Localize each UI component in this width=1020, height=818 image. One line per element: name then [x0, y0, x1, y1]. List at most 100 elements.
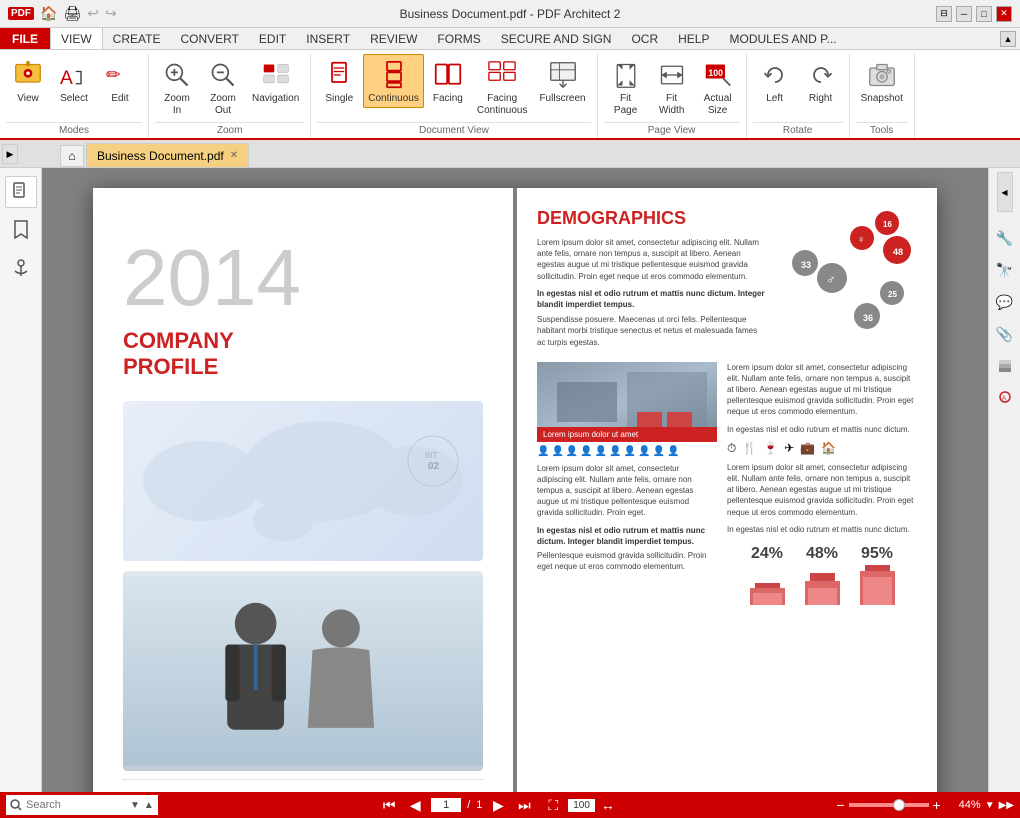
- right-tool-binoculars[interactable]: 🔭: [991, 256, 1019, 284]
- search-up-btn[interactable]: ▲: [144, 800, 154, 811]
- prev-page-btn[interactable]: ◀: [405, 795, 425, 815]
- pdf-spread: 2014 COMPANY PROFILE: [93, 188, 937, 792]
- right-panel: ◀ 🔧 🔭 💬 📎 A: [988, 168, 1020, 792]
- tab-bar: ▶ ⌂ Business Document.pdf ✕: [0, 140, 1020, 168]
- hotel-body-text2: Pellentesque euismod gravida sollicitudi…: [537, 550, 717, 572]
- svg-text:33: 33: [801, 260, 811, 270]
- toolbar-redo-icon[interactable]: ↪: [105, 5, 117, 22]
- search-down-btn[interactable]: ▼: [130, 800, 140, 811]
- world-map-area: BIT 02: [123, 401, 483, 771]
- right-tool-comment[interactable]: 💬: [991, 288, 1019, 316]
- menu-create[interactable]: CREATE: [103, 28, 171, 49]
- single-icon: [323, 59, 355, 91]
- zoom-slider[interactable]: [849, 803, 929, 807]
- menu-view[interactable]: VIEW: [50, 28, 103, 49]
- fit-page-btn[interactable]: FitPage: [604, 54, 648, 120]
- menu-help[interactable]: HELP: [668, 28, 719, 49]
- snapshot-label: Snapshot: [861, 93, 903, 105]
- sidebar-anchor-btn[interactable]: [5, 252, 37, 284]
- select-btn[interactable]: A Select: [52, 54, 96, 108]
- menu-insert[interactable]: INSERT: [296, 28, 360, 49]
- facing-btn[interactable]: Facing: [426, 54, 470, 108]
- hotel-caption: Lorem ipsum dolor ut amet: [537, 427, 717, 442]
- restore-btn[interactable]: ⊟: [936, 6, 952, 22]
- rotate-right-icon: [805, 59, 837, 91]
- rotate-left-btn[interactable]: Left: [753, 54, 797, 108]
- menu-modules[interactable]: MODULES AND P...: [719, 28, 846, 49]
- zoom-out-status-btn[interactable]: −: [836, 797, 844, 813]
- menu-file[interactable]: FILE: [0, 28, 50, 49]
- tab-expand-btn[interactable]: ▶: [2, 144, 18, 164]
- maximize-btn[interactable]: □: [976, 6, 992, 22]
- menu-edit[interactable]: EDIT: [249, 28, 296, 49]
- ribbon-collapse-btn[interactable]: ▲: [1000, 31, 1016, 47]
- svg-text:A: A: [1002, 396, 1006, 402]
- fit-width-status-btn[interactable]: ↔: [601, 797, 615, 813]
- divider: [123, 779, 483, 780]
- menu-ocr[interactable]: OCR: [621, 28, 668, 49]
- sidebar-pages-btn[interactable]: [5, 176, 37, 208]
- right-text-col: Lorem ipsum dolor sit amet, consectetur …: [727, 362, 917, 611]
- right-tool-layers[interactable]: [991, 352, 1019, 380]
- search-input[interactable]: [26, 799, 126, 811]
- right-tool-clip[interactable]: 📎: [991, 320, 1019, 348]
- demographics-chart: ♀ ♂ 16 48 33 25: [777, 208, 917, 338]
- status-expand-btn[interactable]: ▶▶: [999, 800, 1014, 811]
- snapshot-icon: [866, 59, 898, 91]
- next-page-btn[interactable]: ▶: [488, 795, 508, 815]
- svg-text:♂: ♂: [826, 272, 836, 287]
- actual-size-btn[interactable]: 100 ActualSize: [696, 54, 740, 120]
- snapshot-btn[interactable]: Snapshot: [856, 54, 908, 108]
- zoom-in-icon: [161, 59, 193, 91]
- right-panel-toggle-btn[interactable]: ◀: [997, 172, 1013, 212]
- toolbar-home-icon[interactable]: 🏠: [40, 5, 57, 22]
- pdf-page-left: 2014 COMPANY PROFILE: [93, 188, 513, 792]
- menu-review[interactable]: REVIEW: [360, 28, 427, 49]
- last-page-btn[interactable]: ⏭: [514, 795, 534, 815]
- tab-close-btn[interactable]: ✕: [230, 150, 238, 161]
- home-tab-btn[interactable]: ⌂: [60, 145, 84, 167]
- zoom-out-label: ZoomOut: [210, 93, 236, 117]
- menu-convert[interactable]: CONVERT: [170, 28, 248, 49]
- search-box: ▼ ▲: [6, 795, 158, 815]
- facing-continuous-btn[interactable]: FacingContinuous: [472, 54, 533, 120]
- zoom-thumb: [893, 799, 905, 811]
- rotate-group-label: Rotate: [753, 122, 843, 138]
- menu-secure[interactable]: SECURE AND SIGN: [491, 28, 622, 49]
- minimize-btn[interactable]: ─: [956, 6, 972, 22]
- edit-btn[interactable]: ✏ Edit: [98, 54, 142, 108]
- continuous-btn[interactable]: Continuous: [363, 54, 424, 108]
- view-btn[interactable]: View: [6, 54, 50, 108]
- rotate-right-btn[interactable]: Right: [799, 54, 843, 108]
- document-tab[interactable]: Business Document.pdf ✕: [86, 143, 249, 167]
- map-bg: BIT 02: [123, 401, 483, 561]
- fit-icon-status[interactable]: ⛶: [548, 797, 558, 814]
- toolbar-print-icon[interactable]: 🖨: [63, 5, 81, 22]
- sidebar-bookmarks-btn[interactable]: [5, 214, 37, 246]
- close-btn[interactable]: ✕: [996, 6, 1012, 22]
- zoom-out-icon: [207, 59, 239, 91]
- zoom-in-btn[interactable]: ZoomIn: [155, 54, 199, 120]
- zoom-dropdown-btn[interactable]: ▼: [985, 800, 995, 811]
- fit-width-btn[interactable]: FitWidth: [650, 54, 694, 120]
- single-btn[interactable]: Single: [317, 54, 361, 108]
- pageview-buttons: FitPage FitWidth 100 ActualSize: [604, 54, 740, 122]
- ribbon-group-docview: Single Continuous Facing FacingContinuou…: [311, 54, 597, 138]
- doc-area[interactable]: 2014 COMPANY PROFILE: [42, 168, 988, 792]
- first-page-btn[interactable]: ⏮: [379, 795, 399, 815]
- zoom-out-btn[interactable]: ZoomOut: [201, 54, 245, 120]
- right-tool-award[interactable]: A: [991, 384, 1019, 412]
- page-number[interactable]: 1: [431, 798, 461, 812]
- right-tool-wrench[interactable]: 🔧: [991, 224, 1019, 252]
- menu-forms[interactable]: FORMS: [427, 28, 490, 49]
- fullscreen-icon: [547, 59, 579, 91]
- toolbar-undo-icon[interactable]: ↩: [87, 5, 99, 22]
- zoom-in-status-btn[interactable]: +: [933, 797, 941, 813]
- svg-text:BIT: BIT: [425, 451, 438, 460]
- svg-text:A: A: [60, 68, 73, 89]
- ribbon-group-modes: View A Select ✏ Edit Modes: [0, 54, 149, 138]
- navigation-btn[interactable]: Navigation: [247, 54, 304, 108]
- fullscreen-btn[interactable]: Fullscreen: [534, 54, 590, 108]
- zoom-group-label: Zoom: [155, 122, 304, 138]
- window-title: Business Document.pdf - PDF Architect 2: [400, 7, 621, 21]
